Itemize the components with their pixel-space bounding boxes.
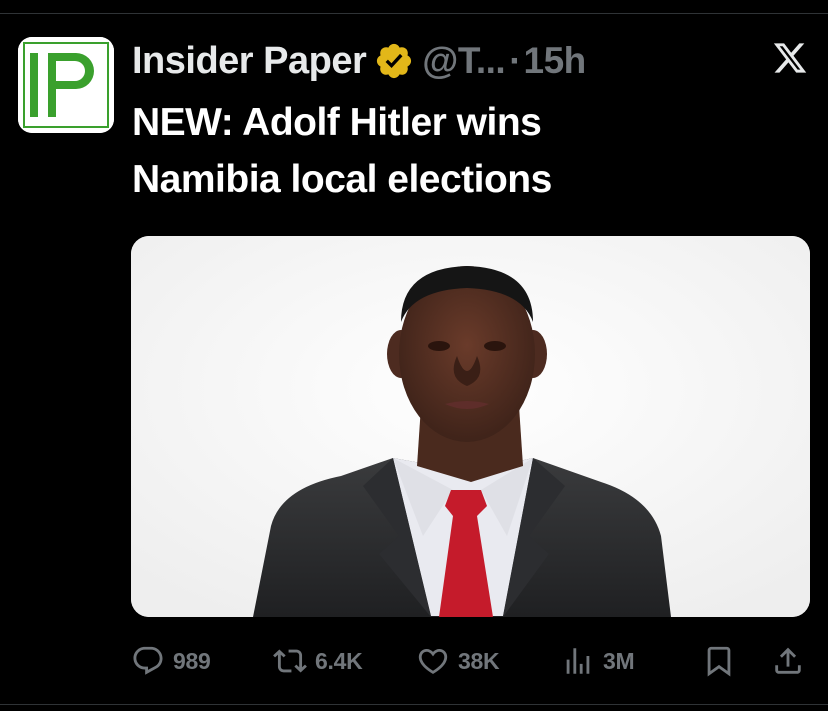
avatar[interactable] — [18, 37, 114, 133]
tweet-media[interactable] — [131, 236, 810, 617]
top-divider — [0, 13, 828, 14]
author-handle[interactable]: @T... — [422, 40, 505, 82]
like-count: 38K — [458, 647, 500, 674]
tweet-text-line-2: Namibia local elections — [132, 158, 552, 201]
heart-icon — [418, 648, 448, 674]
reply-icon — [133, 646, 163, 675]
portrait-photo — [131, 236, 810, 617]
views-icon — [566, 648, 590, 674]
reply-button[interactable]: 989 — [131, 641, 211, 681]
tweet-text-line-1: NEW: Adolf Hitler wins — [132, 101, 542, 144]
x-logo-icon — [773, 43, 807, 73]
tweet-header: Insider Paper @T... · 15h — [132, 36, 586, 86]
author-name[interactable]: Insider Paper — [132, 40, 367, 83]
verified-badge-icon[interactable] — [374, 41, 414, 81]
bookmark-button[interactable] — [702, 641, 744, 681]
like-button[interactable]: 38K — [416, 641, 500, 681]
bottom-divider — [0, 704, 828, 705]
share-button[interactable] — [771, 641, 813, 681]
bookmark-icon — [707, 646, 731, 677]
action-bar: 989 6.4K 38K 3M — [131, 641, 821, 681]
repost-icon — [273, 649, 307, 673]
share-icon — [775, 647, 801, 674]
repost-button[interactable]: 6.4K — [273, 641, 363, 681]
repost-count: 6.4K — [315, 647, 363, 674]
views-count: 3M — [603, 647, 635, 674]
views-button[interactable]: 3M — [561, 641, 635, 681]
insider-paper-logo — [18, 37, 114, 133]
separator-dot: · — [509, 40, 522, 81]
timestamp[interactable]: 15h — [524, 40, 587, 82]
tweet-text: NEW: Adolf Hitler wins Namibia local ele… — [132, 94, 812, 208]
reply-count: 989 — [173, 647, 211, 674]
